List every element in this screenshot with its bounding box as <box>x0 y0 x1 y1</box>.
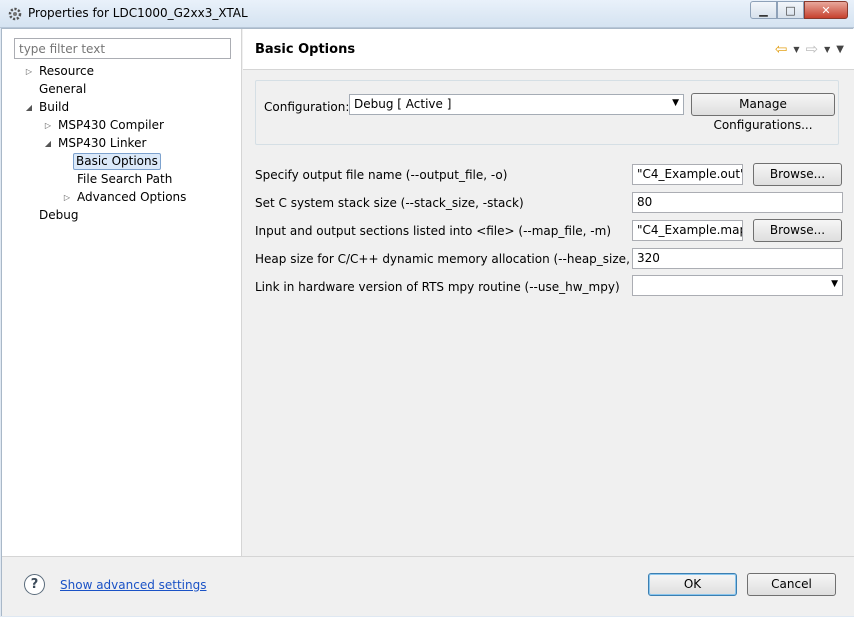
dropdown-arrow-icon: ▼ <box>672 98 679 108</box>
configuration-select[interactable]: Debug [ Active ] ▼ <box>349 94 684 115</box>
forward-arrow-icon: ⇨ <box>805 40 819 58</box>
tree-item-label: Build <box>39 100 70 114</box>
cancel-button[interactable]: Cancel <box>747 573 836 596</box>
collapse-arrow-icon[interactable]: ◢ <box>43 135 53 152</box>
map-file-field[interactable]: "C4_Example.map" <box>632 220 743 241</box>
show-advanced-settings-link[interactable]: Show advanced settings <box>60 578 207 592</box>
dialog-client-area: ▷ Resource General ◢ Build ▷ MSP430 Comp… <box>1 28 854 616</box>
window-title: Properties for LDC1000_G2xx3_XTAL <box>28 6 248 20</box>
hw-mpy-label: Link in hardware version of RTS mpy rout… <box>255 280 620 294</box>
title-bar: Properties for LDC1000_G2xx3_XTAL ▁ □ ✕ <box>0 0 854 28</box>
configuration-value: Debug [ Active ] <box>354 97 452 111</box>
tree-item-label: Advanced Options <box>77 190 187 204</box>
map-file-label: Input and output sections listed into <f… <box>255 224 612 238</box>
tree-item-label: General <box>39 82 87 96</box>
tree-item-build[interactable]: ◢ Build <box>24 99 69 116</box>
configuration-label: Configuration: <box>264 100 350 114</box>
window-controls: ▁ □ ✕ <box>750 1 848 19</box>
dropdown-arrow-icon: ▼ <box>831 279 838 289</box>
expand-arrow-icon[interactable]: ▷ <box>43 117 53 134</box>
tree-item-basic-options[interactable]: Basic Options <box>58 153 161 170</box>
tree-item-file-search-path[interactable]: File Search Path <box>62 171 172 188</box>
expand-arrow-icon[interactable]: ▷ <box>24 63 34 80</box>
history-navigation: ⇦ ▼ ⇨ ▼ ▼ <box>775 40 844 58</box>
manage-configurations-button[interactable]: Manage Configurations... <box>691 93 835 132</box>
tree-item-debug[interactable]: Debug <box>24 207 78 224</box>
dialog-footer: ? Show advanced settings OK Cancel <box>2 556 854 616</box>
expand-arrow-icon[interactable]: ▷ <box>62 189 72 206</box>
stack-size-label: Set C system stack size (--stack_size, -… <box>255 196 524 210</box>
minimize-icon: ▁ <box>759 3 768 17</box>
back-dropdown-icon[interactable]: ▼ <box>793 45 799 54</box>
back-arrow-icon[interactable]: ⇦ <box>775 40 788 58</box>
tree-item-general[interactable]: General <box>24 81 86 98</box>
close-button[interactable]: ✕ <box>804 1 848 19</box>
maximize-icon: □ <box>785 3 796 17</box>
heap-size-field[interactable]: 320 <box>632 248 843 269</box>
ok-button[interactable]: OK <box>648 573 737 596</box>
basic-options-page: Basic Options ⇦ ▼ ⇨ ▼ ▼ Configuration: D… <box>243 29 854 556</box>
tree-item-label: File Search Path <box>77 172 173 186</box>
forward-dropdown-icon: ▼ <box>824 44 831 54</box>
collapse-arrow-icon[interactable]: ◢ <box>24 99 34 116</box>
maximize-button[interactable]: □ <box>777 1 804 19</box>
tree-item-msp430-linker[interactable]: ◢ MSP430 Linker <box>43 135 146 152</box>
view-menu-icon[interactable]: ▼ <box>836 44 844 55</box>
page-title: Basic Options <box>255 42 356 57</box>
tree-item-label: MSP430 Linker <box>58 136 147 150</box>
tree-item-label: MSP430 Compiler <box>58 118 164 132</box>
configuration-group: Configuration: Debug [ Active ] ▼ Manage… <box>255 80 839 145</box>
minimize-button[interactable]: ▁ <box>750 1 777 19</box>
tree-item-label: Resource <box>39 64 95 78</box>
filter-input[interactable] <box>14 38 231 59</box>
output-file-field[interactable]: "C4_Example.out" <box>632 164 743 185</box>
output-file-label: Specify output file name (--output_file,… <box>255 168 508 182</box>
tree-item-msp430-compiler[interactable]: ▷ MSP430 Compiler <box>43 117 164 134</box>
help-icon[interactable]: ? <box>24 574 45 595</box>
heap-size-label: Heap size for C/C++ dynamic memory alloc… <box>255 252 673 266</box>
map-file-browse-button[interactable]: Browse... <box>753 219 842 242</box>
page-header: Basic Options ⇦ ▼ ⇨ ▼ ▼ <box>243 29 854 70</box>
tree-item-advanced-options[interactable]: ▷ Advanced Options <box>62 189 186 206</box>
tree-item-resource[interactable]: ▷ Resource <box>24 63 94 80</box>
stack-size-field[interactable]: 80 <box>632 192 843 213</box>
tree-item-label: Debug <box>39 208 79 222</box>
output-file-browse-button[interactable]: Browse... <box>753 163 842 186</box>
property-tree-panel: ▷ Resource General ◢ Build ▷ MSP430 Comp… <box>2 29 242 556</box>
close-icon: ✕ <box>821 3 831 17</box>
app-gear-icon <box>8 7 22 21</box>
tree-item-label: Basic Options <box>73 153 161 170</box>
hw-mpy-select[interactable]: ▼ <box>632 275 843 296</box>
